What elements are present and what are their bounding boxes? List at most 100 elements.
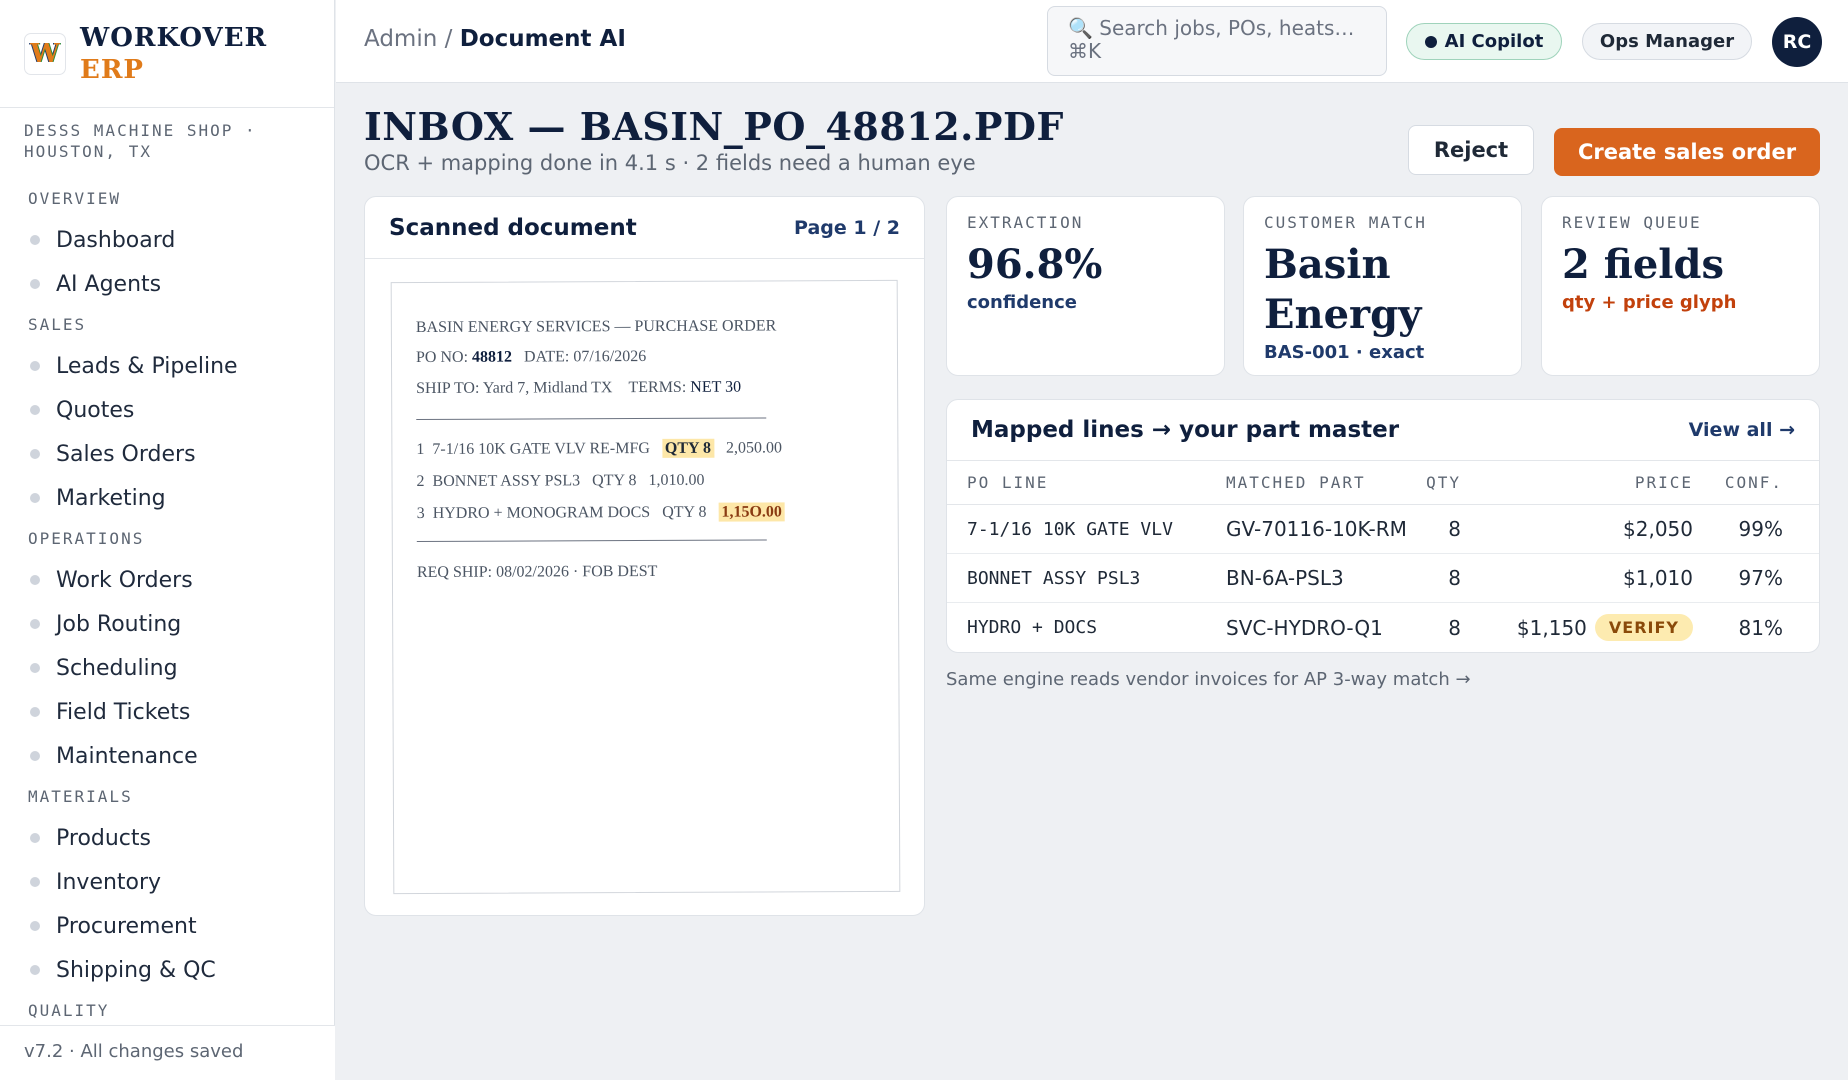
sidebar-item-dashboard[interactable]: Dashboard <box>0 218 335 262</box>
doc-ship-line: SHIP TO: Yard 7, Midland TX TERMS: NET 3… <box>416 379 741 398</box>
doc-line-amount: 2,050.00 <box>725 439 783 457</box>
review-queue-stat-card[interactable]: REVIEW QUEUE 2 fields qty + price glyph <box>1541 196 1820 376</box>
sidebar-item-ai-agents[interactable]: AI Agents <box>0 262 335 306</box>
sidebar-item-maintenance[interactable]: Maintenance <box>0 734 335 778</box>
table-row[interactable]: HYDRO + DOCS SVC-HYDRO-Q1 8 $1,150 VERIF… <box>947 603 1819 652</box>
bullet-icon <box>30 493 40 503</box>
breadcrumb-current: Document AI <box>459 26 626 52</box>
sidebar-item-sales-orders[interactable]: Sales Orders <box>0 432 335 476</box>
sidebar-item-scheduling[interactable]: Scheduling <box>0 646 335 690</box>
cell-matched-part: BN-6A-PSL3 <box>1226 566 1344 590</box>
cell-price: $2,050 <box>1623 517 1693 541</box>
avatar[interactable]: RC <box>1772 17 1822 67</box>
sidebar-item-label: Job Routing <box>56 611 182 637</box>
brand-name-line1: WORKOVER <box>80 22 268 53</box>
sidebar-item-label: Sales Orders <box>56 441 196 467</box>
cell-conf: 97% <box>1738 566 1783 590</box>
sidebar-item-label: Products <box>56 825 151 851</box>
brand[interactable]: W WORKOVER ERP <box>0 0 334 108</box>
breadcrumb-parent[interactable]: Admin <box>364 26 437 52</box>
sidebar-item-quotes[interactable]: Quotes <box>0 388 335 432</box>
bullet-icon <box>30 619 40 629</box>
stat-label: REVIEW QUEUE <box>1562 213 1702 232</box>
stat-label: CUSTOMER MATCH <box>1264 213 1427 232</box>
customer-match-stat-card[interactable]: CUSTOMER MATCH Basin Energy BAS-001 · ex… <box>1243 196 1522 376</box>
doc-terms-value: NET 30 <box>690 378 742 396</box>
logo-letter: W <box>30 38 60 69</box>
bullet-icon <box>30 235 40 245</box>
doc-line-3: 3 HYDRO + MONOGRAM DOCS QTY 8 1,15O.00 <box>416 502 785 523</box>
stat-sub: confidence <box>967 292 1077 313</box>
sidebar-item-label: AI Agents <box>56 271 162 297</box>
bullet-icon <box>30 877 40 887</box>
table-row[interactable]: 7-1/16 10K GATE VLV GV-70116-10K-RM 8 $2… <box>947 505 1819 554</box>
reject-button[interactable]: Reject <box>1408 125 1534 175</box>
sidebar-item-label: Scheduling <box>56 655 178 681</box>
bullet-icon <box>30 751 40 761</box>
role-switcher[interactable]: Ops Manager <box>1582 23 1752 60</box>
table-row[interactable]: BONNET ASSY PSL3 BN-6A-PSL3 8 $1,010 97% <box>947 554 1819 603</box>
bullet-icon <box>30 965 40 975</box>
sidebar-nav: OVERVIEW Dashboard AI Agents SALES Leads… <box>0 180 335 1030</box>
column-header-conf: CONF. <box>1724 473 1783 492</box>
bullet-icon <box>30 575 40 585</box>
bullet-icon <box>30 361 40 371</box>
page-subtitle: OCR + mapping done in 4.1 s · 2 fields n… <box>364 151 976 175</box>
sidebar-item-label: Leads & Pipeline <box>56 353 238 379</box>
doc-line-number: 3 <box>416 504 425 522</box>
logo-icon: W <box>24 32 66 75</box>
ap-match-link[interactable]: Same engine reads vendor invoices for AP… <box>946 669 1471 690</box>
sidebar-item-shipping-qc[interactable]: Shipping & QC <box>0 948 335 992</box>
sidebar-item-label: Maintenance <box>56 743 198 769</box>
sidebar-item-label: Procurement <box>56 913 197 939</box>
column-header-po-line: PO LINE <box>967 473 1049 492</box>
stat-value: Basin Energy <box>1264 241 1422 338</box>
sidebar-footer-status: v7.2 · All changes saved <box>0 1025 335 1080</box>
sidebar-item-leads-pipeline[interactable]: Leads & Pipeline <box>0 344 335 388</box>
sidebar-item-job-routing[interactable]: Job Routing <box>0 602 335 646</box>
ai-copilot-button[interactable]: AI Copilot <box>1406 23 1562 60</box>
search-input[interactable]: 🔍 Search jobs, POs, heats… ⌘K <box>1047 6 1387 76</box>
bullet-icon <box>30 707 40 717</box>
doc-header-line: BASIN ENERGY SERVICES — PURCHASE ORDER <box>415 317 777 336</box>
sidebar-item-work-orders[interactable]: Work Orders <box>0 558 335 602</box>
brand-name-line2: ERP <box>80 54 144 85</box>
verify-badge[interactable]: VERIFY <box>1594 614 1693 641</box>
doc-line-number: 1 <box>416 440 425 458</box>
sidebar-item-field-tickets[interactable]: Field Tickets <box>0 690 335 734</box>
role-label: Ops Manager <box>1599 31 1735 52</box>
cell-qty: 8 <box>1448 615 1461 640</box>
breadcrumb: Admin / Document AI <box>364 26 626 52</box>
page-indicator[interactable]: Page 1 / 2 <box>794 217 900 239</box>
document-preview[interactable]: BASIN ENERGY SERVICES — PURCHASE ORDER P… <box>390 279 901 895</box>
doc-divider <box>416 417 767 420</box>
create-sales-order-label: Create sales order <box>1577 140 1797 164</box>
search-shortcut: ⌘K <box>1068 39 1102 63</box>
page-title: INBOX — BASIN_PO_48812.PDF <box>364 104 1064 149</box>
breadcrumb-separator: / <box>437 26 460 52</box>
view-all-link[interactable]: View all → <box>1689 419 1795 441</box>
create-sales-order-button[interactable]: Create sales order <box>1554 128 1820 176</box>
doc-po-value: 48812 <box>471 348 513 366</box>
sidebar-item-procurement[interactable]: Procurement <box>0 904 335 948</box>
cell-price: $1,150 VERIFY <box>1517 603 1693 652</box>
nav-section-operations: OPERATIONS <box>28 529 145 548</box>
stat-value: 96.8% <box>967 241 1103 288</box>
nav-section-overview: OVERVIEW <box>28 189 122 208</box>
cell-po-line: 7-1/16 10K GATE VLV <box>967 518 1173 540</box>
doc-line-1: 1 7-1/16 10K GATE VLV RE-MFG QTY 8 2,050… <box>416 438 783 459</box>
sidebar-item-inventory[interactable]: Inventory <box>0 860 335 904</box>
cell-price-value: $1,150 <box>1516 615 1587 640</box>
bullet-icon <box>30 663 40 673</box>
shop-name: DESSS MACHINE SHOP · HOUSTON, TX <box>0 108 334 170</box>
sidebar-item-label: Quotes <box>56 397 135 423</box>
mapped-lines-card: Mapped lines → your part master View all… <box>946 399 1820 653</box>
mapped-lines-header: Mapped lines → your part master View all… <box>947 400 1819 461</box>
sidebar-item-products[interactable]: Products <box>0 816 335 860</box>
sidebar-item-label: Inventory <box>56 869 162 895</box>
doc-line-qty: QTY 8 <box>592 472 637 490</box>
stat-value: 2 fields <box>1562 241 1724 288</box>
scanned-document-header: Scanned document Page 1 / 2 <box>365 197 924 259</box>
shop-name-line2: HOUSTON, TX <box>24 142 152 161</box>
sidebar-item-marketing[interactable]: Marketing <box>0 476 335 520</box>
